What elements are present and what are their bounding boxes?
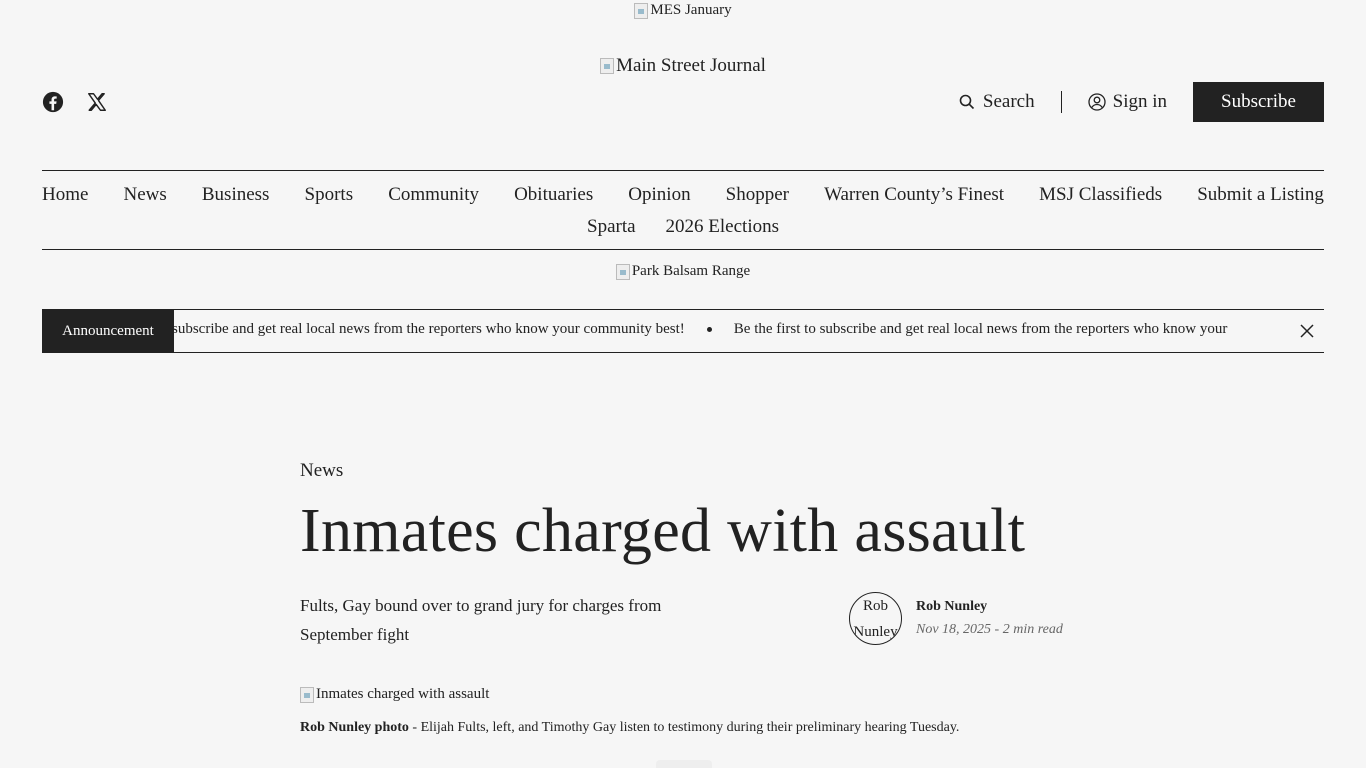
article-byline: Rob Nunley Rob Nunley Nov 18, 2025 - 2 m… bbox=[849, 592, 1063, 645]
close-icon bbox=[1300, 324, 1314, 338]
site-logo-image[interactable]: Main Street Journal bbox=[600, 55, 766, 77]
nav-row-primary: Home News Business Sports Community Obit… bbox=[42, 184, 1324, 206]
search-label: Search bbox=[982, 91, 1035, 112]
user-icon bbox=[1087, 93, 1106, 111]
nav-item-sparta[interactable]: Sparta bbox=[587, 216, 636, 238]
sign-in-label: Sign in bbox=[1112, 91, 1167, 112]
caption-text: - Elijah Fults, left, and Timothy Gay li… bbox=[408, 720, 960, 735]
article-photo-image: Inmates charged with assault bbox=[300, 686, 489, 703]
nav-item-warren-county-finest[interactable]: Warren County’s Finest bbox=[824, 184, 1004, 206]
scroll-indicator bbox=[656, 760, 712, 768]
broken-image-icon bbox=[634, 2, 649, 19]
nav-item-obituaries[interactable]: Obituaries bbox=[514, 184, 593, 206]
nav-row-secondary: Sparta 2026 Elections bbox=[42, 216, 1324, 238]
main-navigation: Home News Business Sports Community Obit… bbox=[42, 170, 1324, 250]
nav-item-business[interactable]: Business bbox=[202, 184, 270, 206]
photo-caption: Rob Nunley photo - Elijah Fults, left, a… bbox=[300, 720, 959, 736]
bullet-separator bbox=[706, 327, 712, 332]
announcement-track[interactable]: subscribe and get real local news from t… bbox=[174, 310, 1290, 352]
author-avatar[interactable]: Rob Nunley bbox=[849, 592, 902, 645]
author-avatar-alt: Rob Nunley bbox=[853, 598, 898, 640]
article-category[interactable]: News bbox=[300, 460, 1080, 482]
nav-item-community[interactable]: Community bbox=[388, 184, 479, 206]
nav-item-sports[interactable]: Sports bbox=[305, 184, 354, 206]
site-logo-alt: Main Street Journal bbox=[616, 55, 766, 76]
nav-item-news[interactable]: News bbox=[124, 184, 167, 206]
nav-item-opinion[interactable]: Opinion bbox=[628, 184, 690, 206]
announcement-close-button[interactable] bbox=[1290, 310, 1324, 352]
header-actions: Search Sign in Subscribe bbox=[959, 82, 1324, 122]
broken-image-icon bbox=[600, 58, 615, 74]
nav-item-msj-classifieds[interactable]: MSJ Classifieds bbox=[1039, 184, 1162, 206]
nav-item-submit-listing[interactable]: Submit a Listing bbox=[1197, 184, 1324, 206]
broken-image-icon bbox=[615, 263, 630, 280]
subscribe-button[interactable]: Subscribe bbox=[1193, 82, 1324, 122]
mid-ad-image[interactable]: Park Balsam Range bbox=[615, 263, 751, 280]
announcement-bar: Announcement subscribe and get real loca… bbox=[42, 309, 1324, 353]
mid-ad-alt: Park Balsam Range bbox=[631, 263, 751, 279]
sign-in-button[interactable]: Sign in bbox=[1062, 91, 1193, 113]
nav-item-shopper[interactable]: Shopper bbox=[726, 184, 789, 206]
search-button[interactable]: Search bbox=[959, 91, 1061, 113]
facebook-icon[interactable] bbox=[42, 91, 64, 113]
nav-item-home[interactable]: Home bbox=[42, 184, 88, 206]
site-logo[interactable]: Main Street Journal bbox=[0, 55, 1366, 79]
article-header: News Inmates charged with assault bbox=[300, 460, 1080, 562]
article-headline: Inmates charged with assault bbox=[300, 497, 1026, 565]
top-banner-ad[interactable]: MES January bbox=[0, 2, 1366, 24]
top-ad-image[interactable]: MES January bbox=[634, 2, 732, 19]
article-photo: Inmates charged with assault bbox=[300, 686, 489, 708]
mid-banner-ad[interactable]: Park Balsam Range bbox=[0, 263, 1366, 285]
author-name[interactable]: Rob Nunley bbox=[916, 599, 1063, 615]
announcement-text-partial: subscribe and get real local news from t… bbox=[174, 321, 685, 337]
broken-image-icon bbox=[300, 686, 314, 703]
top-ad-alt: MES January bbox=[650, 2, 732, 18]
nav-item-2026-elections[interactable]: 2026 Elections bbox=[666, 216, 779, 238]
article-subhead: Fults, Gay bound over to grand jury for … bbox=[300, 596, 662, 644]
x-icon[interactable] bbox=[86, 91, 108, 113]
caption-credit: Rob Nunley photo bbox=[300, 720, 409, 735]
article-photo-alt: Inmates charged with assault bbox=[316, 686, 490, 702]
article-meta: Nov 18, 2025 - 2 min read bbox=[916, 622, 1063, 637]
search-icon bbox=[959, 94, 974, 110]
author-info: Rob Nunley Nov 18, 2025 - 2 min read bbox=[916, 599, 1063, 638]
announcement-label: Announcement bbox=[42, 310, 174, 352]
social-links bbox=[42, 91, 108, 113]
announcement-text: Be the first to subscribe and get real l… bbox=[733, 321, 1228, 337]
